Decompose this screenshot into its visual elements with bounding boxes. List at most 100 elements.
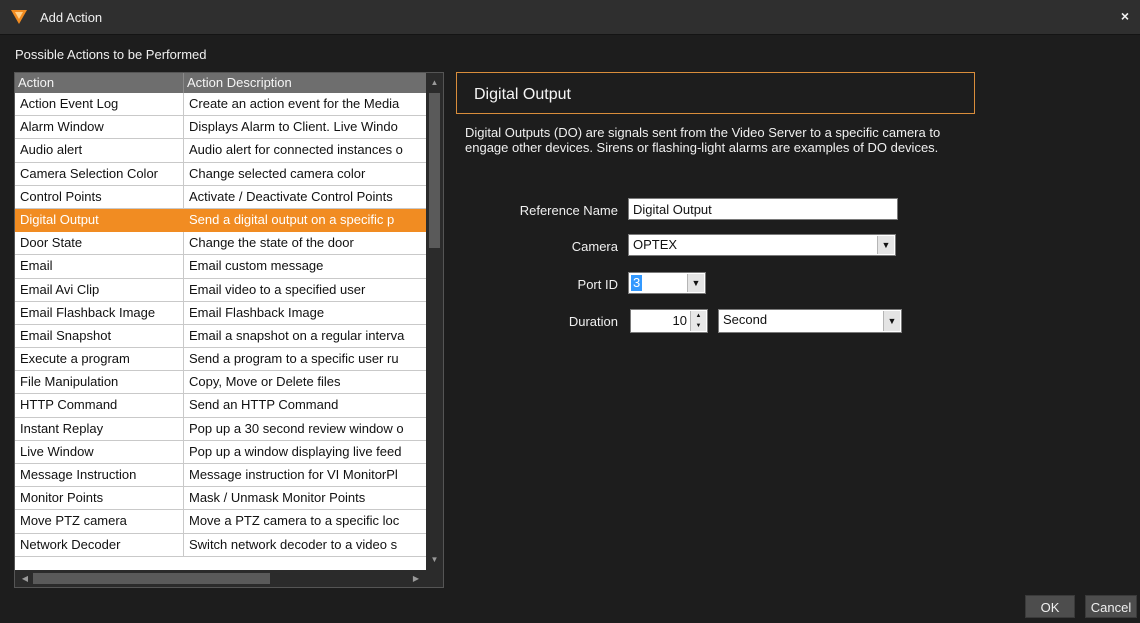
action-description-cell: Switch network decoder to a video s [184, 534, 426, 557]
table-row[interactable]: Monitor Points Mask / Unmask Monitor Poin… [15, 487, 426, 511]
camera-select[interactable]: OPTEX ▼ [628, 234, 896, 256]
table-row[interactable]: Action Event Log Create an action event f… [15, 93, 426, 117]
table-row[interactable]: HTTP Command Send an HTTP Command [15, 394, 426, 418]
duration-unit-select[interactable]: Second ▼ [718, 309, 902, 333]
action-name-cell: Move PTZ camera [15, 510, 184, 534]
action-name-cell: Instant Replay [15, 417, 184, 441]
action-name-cell: HTTP Command [15, 394, 184, 418]
scroll-down-icon[interactable]: ▼ [426, 552, 443, 568]
action-name-cell: Alarm Window [15, 116, 184, 140]
table-row[interactable]: Message Instruction Message instruction f… [15, 464, 426, 488]
action-name-cell: File Manipulation [15, 371, 184, 395]
chevron-down-icon[interactable]: ▼ [687, 274, 704, 292]
table-row[interactable]: Instant Replay Pop up a 30 second review … [15, 417, 426, 441]
duration-stepper[interactable]: 10 ▲ ▼ [630, 309, 708, 333]
action-description-cell: Change the state of the door [184, 232, 426, 256]
stepper-buttons: ▲ ▼ [690, 311, 706, 331]
scroll-up-icon[interactable]: ▲ [426, 75, 443, 91]
table-row[interactable]: Execute a program Send a program to a spe… [15, 348, 426, 372]
scroll-right-icon[interactable]: ▶ [408, 570, 424, 587]
actions-table: Action Action Description Action Event L… [14, 72, 444, 588]
table-row[interactable]: Live Window Pop up a window displaying li… [15, 440, 426, 464]
action-name-cell: Email Flashback Image [15, 301, 184, 325]
table-row[interactable]: Camera Selection Color Change selected ca… [15, 162, 426, 186]
action-description-cell: Pop up a 30 second review window o [184, 418, 426, 441]
decrement-icon[interactable]: ▼ [691, 321, 706, 331]
action-description-cell: Mask / Unmask Monitor Points [184, 487, 426, 511]
table-row[interactable]: Alarm Window Displays Alarm to Client. Li… [15, 116, 426, 140]
action-name-cell: Network Decoder [15, 533, 184, 557]
action-header-box: Digital Output [456, 72, 975, 114]
table-header: Action Action Description [15, 73, 426, 93]
action-description-cell: Create an action event for the Media [184, 93, 426, 117]
table-row[interactable]: Email Email custom message [15, 255, 426, 279]
column-header-description[interactable]: Action Description [184, 73, 426, 93]
duration-value: 10 [672, 313, 687, 328]
port-id-select[interactable]: 3 ▼ [628, 272, 706, 294]
action-description-cell: Activate / Deactivate Control Points [184, 186, 426, 209]
action-description-cell: Email video to a specified user [184, 279, 426, 302]
app-logo-icon [11, 10, 27, 27]
table-row[interactable]: Email Flashback Image Email Flashback Ima… [15, 301, 426, 325]
table-row[interactable]: Digital Output Send a digital output on a… [15, 208, 426, 233]
horizontal-scrollbar[interactable]: ◀ ▶ [15, 570, 426, 587]
duration-unit-value: Second [723, 312, 768, 327]
table-row[interactable]: Door State Change the state of the door [15, 232, 426, 256]
table-row[interactable]: Move PTZ camera Move a PTZ camera to a sp… [15, 510, 426, 534]
action-name-cell: Email Snapshot [15, 324, 184, 349]
action-description-cell: Send a digital output on a specific p [184, 208, 426, 233]
action-description-cell: Email a snapshot on a regular interva [184, 325, 426, 349]
action-name-cell: Door State [15, 232, 184, 256]
port-id-label: Port ID [577, 277, 618, 292]
table-row[interactable]: Email Snapshot Email a snapshot on a regu… [15, 324, 426, 349]
table-body: Action Event Log Create an action event f… [15, 93, 426, 570]
action-description-cell: Audio alert for connected instances o [184, 139, 426, 163]
action-title: Digital Output [474, 86, 571, 103]
duration-label: Duration [568, 314, 618, 329]
action-description-cell: Send an HTTP Command [184, 394, 426, 418]
action-name-cell: Digital Output [15, 208, 184, 233]
action-description-cell: Message instruction for VI MonitorPl [184, 464, 426, 488]
table-row[interactable]: Network Decoder Switch network decoder to… [15, 533, 426, 557]
vertical-scrollbar[interactable]: ▲ ▼ [426, 73, 443, 570]
table-row[interactable]: Audio alert Audio alert for connected ins… [15, 139, 426, 163]
action-description-cell: Copy, Move or Delete files [184, 371, 426, 395]
camera-select-value: OPTEX [633, 237, 678, 252]
action-description-cell: Email Flashback Image [184, 302, 426, 325]
table-row[interactable]: File Manipulation Copy, Move or Delete fi… [15, 371, 426, 395]
action-name-cell: Camera Selection Color [15, 162, 184, 186]
column-header-action[interactable]: Action [15, 73, 184, 93]
action-description: Digital Outputs (DO) are signals sent fr… [465, 125, 941, 155]
action-description-cell: Change selected camera color [184, 163, 426, 186]
window-title: Add Action [40, 10, 103, 25]
action-description-cell: Send a program to a specific user ru [184, 348, 426, 372]
action-name-cell: Message Instruction [15, 464, 184, 488]
chevron-down-icon[interactable]: ▼ [883, 311, 900, 331]
ok-button[interactable]: OK [1025, 595, 1075, 618]
chevron-down-icon[interactable]: ▼ [877, 236, 894, 254]
close-icon[interactable]: × [1116, 7, 1134, 25]
port-id-select-value: 3 [631, 275, 643, 291]
vertical-scroll-thumb[interactable] [429, 93, 440, 248]
action-name-cell: Live Window [15, 440, 184, 464]
action-name-cell: Execute a program [15, 348, 184, 372]
action-description-cell: Email custom message [184, 255, 426, 279]
reference-name-label: Reference Name [519, 203, 618, 218]
scroll-left-icon[interactable]: ◀ [17, 570, 33, 587]
actions-section-label: Possible Actions to be Performed [15, 47, 207, 62]
action-name-cell: Audio alert [15, 139, 184, 163]
action-name-cell: Email Avi Clip [15, 278, 184, 302]
table-row[interactable]: Control Points Activate / Deactivate Cont… [15, 185, 426, 209]
scrollbar-corner [426, 570, 443, 587]
action-description-cell: Move a PTZ camera to a specific loc [184, 510, 426, 534]
camera-label: Camera [571, 239, 618, 254]
action-name-cell: Email [15, 255, 184, 279]
table-row[interactable]: Email Avi Clip Email video to a specified… [15, 278, 426, 302]
action-name-cell: Action Event Log [15, 93, 184, 117]
action-description-cell: Displays Alarm to Client. Live Windo [184, 116, 426, 140]
reference-name-input[interactable] [628, 198, 898, 220]
horizontal-scroll-thumb[interactable] [33, 573, 270, 584]
action-name-cell: Control Points [15, 185, 184, 209]
cancel-button[interactable]: Cancel [1085, 595, 1137, 618]
action-name-cell: Monitor Points [15, 487, 184, 511]
